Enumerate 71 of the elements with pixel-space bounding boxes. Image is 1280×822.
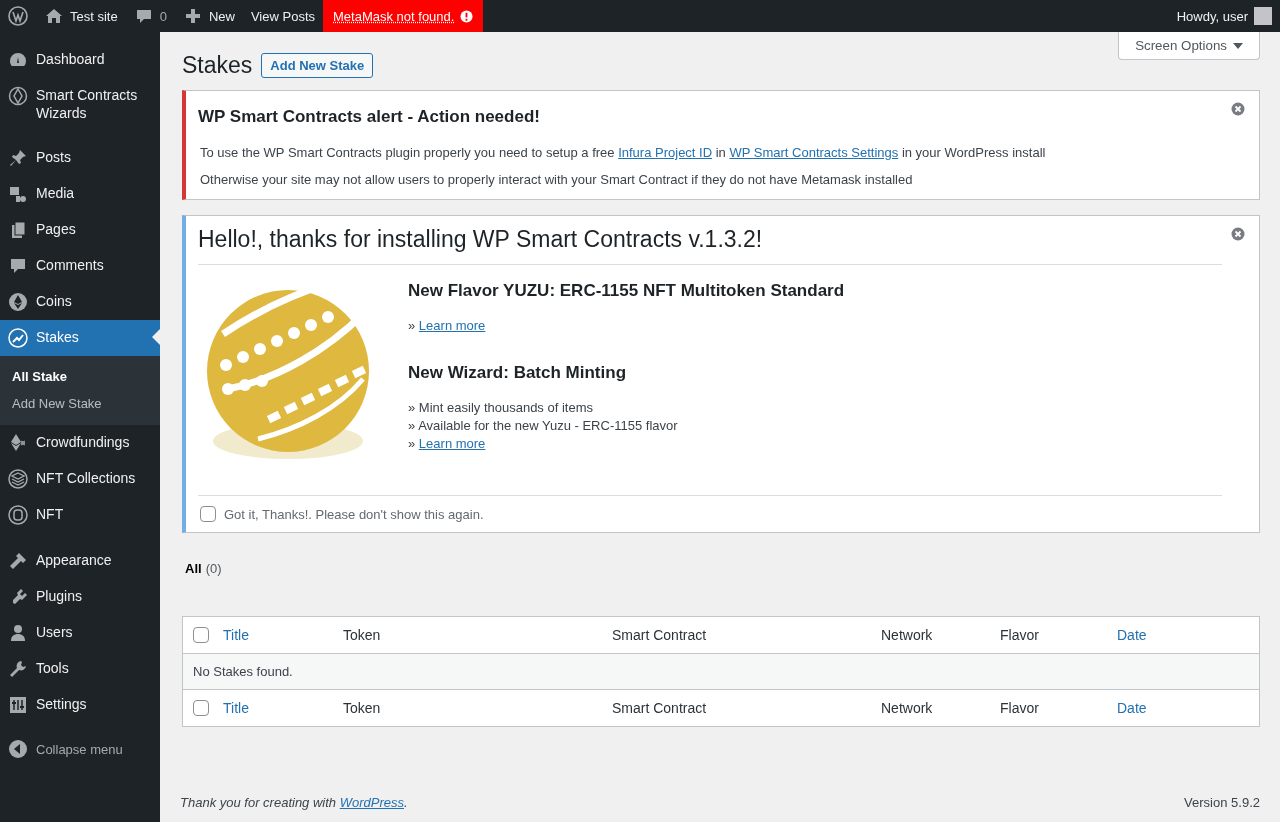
close-icon[interactable] [1231, 227, 1245, 241]
learn-more-link[interactable]: Learn more [418, 318, 486, 333]
feature-bullet: » Available for the new Yuzu - ERC-1155 flavor [408, 417, 679, 435]
bullet-mark: » [408, 318, 416, 333]
select-all-checkbox[interactable] [193, 627, 209, 643]
settings-link[interactable]: WP Smart Contracts Settings [729, 145, 899, 160]
alert-text: Otherwise your site may not allow users to properly interact with your Smart Contract if they do not have Metamask installed [200, 172, 914, 187]
sidebar-item[interactable]: NFT [0, 497, 160, 533]
alert-icon [460, 9, 474, 23]
column-header: Network [881, 700, 933, 716]
collapse-menu[interactable]: Collapse menu [36, 741, 123, 757]
version-text: Version 5.9.2 [1184, 795, 1260, 810]
caret-icon [1233, 42, 1243, 49]
sidebar-item[interactable]: Posts [0, 140, 160, 176]
site-link[interactable]: Test site [36, 0, 126, 32]
empty-message: No Stakes found. [182, 653, 1260, 690]
home-icon [44, 6, 64, 26]
feature-heading: New Wizard: Batch Minting [408, 363, 627, 383]
filter-count: (0) [205, 561, 222, 576]
sidebar-item[interactable]: Stakes [0, 320, 160, 356]
feature-bullet: » Mint easily thousands of items [408, 399, 594, 417]
site-name: Test site [70, 8, 118, 24]
view-posts-link[interactable]: View Posts [242, 0, 323, 32]
column-sort-link[interactable]: Date [1117, 700, 1147, 716]
sidebar-item[interactable]: Media [0, 176, 160, 212]
column-header: Flavor [1000, 700, 1039, 716]
submenu-item[interactable]: All Stake [0, 363, 160, 390]
wordpress-link[interactable]: WordPress [339, 795, 404, 810]
comment-count: 0 [159, 8, 167, 24]
sidebar-item[interactable]: Coins [0, 284, 160, 320]
sidebar-item[interactable]: Smart Contracts Wizards [0, 78, 160, 130]
screen-options-button[interactable]: Screen Options [1118, 32, 1260, 60]
feature-heading: New Flavor YUZU: ERC-1155 NFT Multitoken Standard [408, 281, 845, 301]
learn-more-link[interactable]: Learn more [418, 436, 486, 451]
column-sort-link[interactable]: Title [223, 700, 249, 716]
column-header: Token [343, 627, 381, 643]
dismiss-checkbox[interactable] [200, 506, 216, 522]
bullet-mark: » [408, 436, 416, 451]
select-all-checkbox[interactable] [193, 700, 209, 716]
sidebar-item[interactable]: Pages [0, 212, 160, 248]
dismiss-label: Got it, Thanks!. Please don't show this again. [224, 506, 484, 522]
sidebar-item[interactable]: NFT Collections [0, 461, 160, 497]
alert-title: WP Smart Contracts alert - Action needed! [198, 107, 540, 127]
column-header: Token [343, 700, 381, 716]
filter-link[interactable]: All [185, 561, 202, 576]
sidebar-item[interactable]: Comments [0, 248, 160, 284]
sidebar-item[interactable]: Dashboard [0, 42, 160, 78]
footer-text: Thank you for creating with WordPress. [180, 795, 408, 810]
column-header: Flavor [1000, 627, 1039, 643]
close-icon[interactable] [1231, 102, 1245, 116]
page-title: Stakes [182, 52, 253, 79]
infura-link[interactable]: Infura Project ID [618, 145, 713, 160]
sidebar-item[interactable]: Users [0, 615, 160, 651]
column-header: Network [881, 627, 933, 643]
alert-text: To use the WP Smart Contracts plugin properly you need to setup a free Infura Project ID in WP Smart Contracts Settings in your WordPress install [200, 145, 1047, 160]
sidebar-item[interactable]: Appearance [0, 543, 160, 579]
welcome-title: Hello!, thanks for installing WP Smart Contracts v.1.3.2! [198, 216, 1222, 265]
sidebar-item[interactable]: Crowdfundings [0, 425, 160, 461]
new-menu[interactable]: New [208, 8, 235, 24]
column-sort-link[interactable]: Title [223, 627, 249, 643]
column-header: Smart Contract [612, 627, 707, 643]
submenu-item[interactable]: Add New Stake [0, 390, 160, 417]
add-new-button[interactable]: Add New Stake [261, 53, 374, 78]
sidebar-item[interactable]: Plugins [0, 579, 160, 615]
collapse-icon[interactable] [8, 739, 28, 759]
user-greeting[interactable]: Howdy, user [1176, 8, 1248, 24]
column-sort-link[interactable]: Date [1117, 627, 1147, 643]
sidebar-item[interactable]: Tools [0, 651, 160, 687]
column-header: Smart Contract [612, 700, 707, 716]
sidebar-item[interactable]: Settings [0, 687, 160, 723]
wordpress-logo-icon[interactable] [8, 6, 28, 26]
